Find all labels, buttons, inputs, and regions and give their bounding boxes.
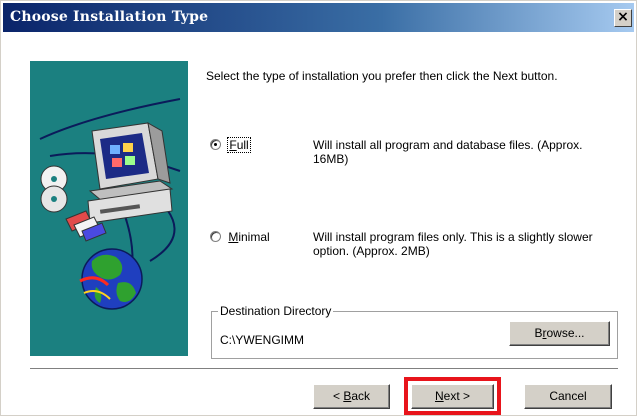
close-icon: × [617, 9, 629, 25]
back-label-pre: < [332, 389, 344, 403]
radio-full[interactable] [210, 139, 221, 150]
computer-globe-illustration [39, 98, 181, 310]
title-bar: Choose Installation Type × [3, 3, 634, 32]
installer-dialog: Choose Installation Type × Select the ty… [0, 0, 637, 416]
cancel-button[interactable]: Cancel [524, 384, 612, 409]
radio-minimal[interactable] [210, 231, 221, 242]
computer-monitor-icon [87, 122, 174, 224]
browse-button[interactable]: Browse... [509, 321, 610, 346]
close-button[interactable]: × [614, 9, 632, 27]
destination-path: C:\YWENGIMM [220, 333, 304, 347]
back-label-post: ack [351, 389, 371, 403]
destination-groupbox: Destination Directory C:\YWENGIMM Browse… [211, 304, 618, 359]
browse-label-post: owse... [546, 326, 585, 340]
option-full-label[interactable]: Full [227, 137, 251, 153]
option-minimal[interactable]: Minimal [210, 230, 270, 244]
instruction-text: Select the type of installation you pref… [206, 69, 558, 83]
globe-icon [79, 248, 143, 310]
back-button[interactable]: < Back [313, 384, 390, 409]
option-full[interactable]: Full [210, 137, 251, 153]
option-minimal-label-rest: inimal [238, 230, 270, 244]
dialog-title: Choose Installation Type [10, 9, 209, 25]
option-full-label-rest: ull [236, 138, 249, 152]
side-illustration [30, 61, 188, 356]
next-button-highlight [404, 377, 501, 415]
option-full-mnemonic: F [229, 138, 237, 152]
browse-label-pre: B [534, 326, 543, 340]
option-full-description: Will install all program and database fi… [313, 138, 583, 166]
option-minimal-mnemonic: M [228, 230, 239, 244]
destination-legend: Destination Directory [218, 304, 334, 318]
cd-discs-icon [40, 165, 68, 213]
separator-line [30, 368, 618, 370]
option-minimal-label[interactable]: Minimal [228, 230, 269, 244]
option-minimal-description: Will install program files only. This is… [313, 230, 593, 258]
